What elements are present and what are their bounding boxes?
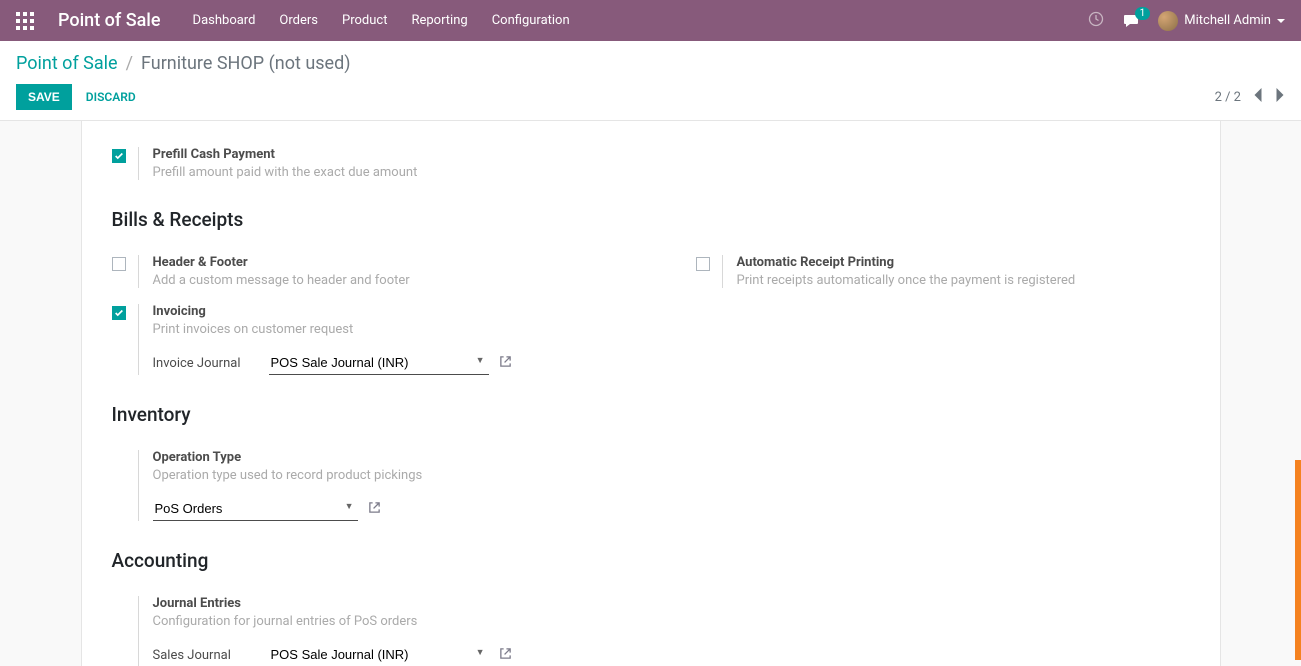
pager-prev-icon[interactable] [1253,88,1263,106]
messages-badge: 1 [1135,7,1151,20]
clock-icon[interactable] [1088,11,1104,31]
content-scroll[interactable]: Prefill Cash Payment Prefill amount paid… [0,121,1301,666]
control-panel: Point of Sale / Furniture SHOP (not used… [0,41,1301,121]
breadcrumb-root[interactable]: Point of Sale [16,53,118,74]
apps-icon[interactable] [16,12,34,30]
checkbox-header-footer[interactable] [112,257,126,271]
section-bills-receipts: Bills & Receipts [112,208,1220,231]
operation-type-desc: Operation type used to record product pi… [153,468,1200,483]
invoicing-label: Invoicing [153,304,1200,319]
external-link-icon[interactable] [499,647,512,664]
auto-receipt-desc: Print receipts automatically once the pa… [737,273,1200,288]
save-button[interactable]: SAVE [16,84,72,110]
operation-type-input[interactable] [153,497,358,521]
sales-journal-input[interactable] [269,643,489,666]
nav-reporting[interactable]: Reporting [411,13,467,28]
prefill-cash-desc: Prefill amount paid with the exact due a… [153,165,1200,180]
caret-down-icon[interactable]: ▼ [476,355,485,366]
messages-icon[interactable]: 1 [1122,13,1140,29]
user-name: Mitchell Admin [1184,13,1271,28]
sales-journal-label: Sales Journal [153,648,269,663]
invoice-journal-label: Invoice Journal [153,356,269,371]
form-sheet: Prefill Cash Payment Prefill amount paid… [81,121,1221,666]
journal-entries-label: Journal Entries [153,596,1200,611]
operation-type-label: Operation Type [153,450,1200,465]
header-footer-label: Header & Footer [153,255,616,270]
auto-receipt-label: Automatic Receipt Printing [737,255,1200,270]
pager-text: 2 / 2 [1215,90,1241,105]
breadcrumb: Point of Sale / Furniture SHOP (not used… [16,53,1285,74]
checkbox-prefill-cash[interactable] [112,149,126,163]
nav-dashboard[interactable]: Dashboard [193,13,256,28]
checkbox-invoicing[interactable] [112,306,126,320]
nav-orders[interactable]: Orders [279,13,318,28]
scrollbar-thumb[interactable] [1295,460,1301,660]
invoice-journal-input[interactable] [269,351,489,375]
prefill-cash-label: Prefill Cash Payment [153,147,1200,162]
breadcrumb-sep: / [126,53,133,74]
external-link-icon[interactable] [499,355,512,372]
nav-configuration[interactable]: Configuration [492,13,570,28]
app-brand[interactable]: Point of Sale [58,10,161,31]
breadcrumb-current: Furniture SHOP (not used) [141,53,350,74]
user-menu[interactable]: Mitchell Admin [1158,11,1285,31]
journal-entries-desc: Configuration for journal entries of PoS… [153,614,1200,629]
nav-product[interactable]: Product [342,13,387,28]
external-link-icon[interactable] [368,501,381,518]
invoicing-desc: Print invoices on customer request [153,322,1200,337]
avatar [1158,11,1178,31]
caret-down-icon[interactable]: ▼ [476,647,485,658]
caret-down-icon[interactable]: ▼ [345,501,354,512]
top-navbar: Point of Sale Dashboard Orders Product R… [0,0,1301,41]
header-footer-desc: Add a custom message to header and foote… [153,273,616,288]
pager-next-icon[interactable] [1275,88,1285,106]
discard-button[interactable]: DISCARD [86,90,136,104]
section-accounting: Accounting [112,549,1220,572]
section-inventory: Inventory [112,403,1220,426]
checkbox-auto-receipt[interactable] [696,257,710,271]
